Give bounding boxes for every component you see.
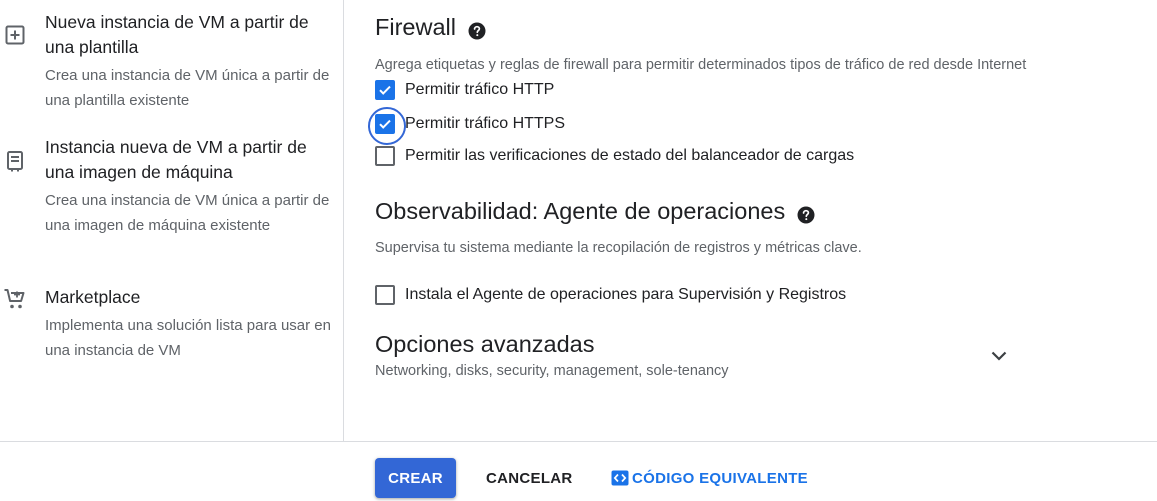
vm-config-form: Firewall Agrega etiquetas y reglas de fi… [345, 0, 1157, 441]
vm-option-from-template[interactable]: Nueva instancia de VM a partir de una pl… [0, 0, 340, 115]
observability-description: Supervisa tu sistema mediante la recopil… [375, 240, 862, 256]
allow-http-checkbox[interactable] [375, 80, 395, 100]
footer-divider [0, 441, 1157, 442]
vm-option-marketplace[interactable]: Marketplace Implementa una solución list… [0, 275, 340, 370]
help-icon[interactable] [468, 19, 486, 39]
help-icon[interactable] [797, 203, 815, 223]
observability-title-text: Observabilidad: Agente de operaciones [375, 198, 786, 224]
vm-option-title: Marketplace [45, 287, 141, 307]
allow-https-checkbox[interactable] [368, 107, 406, 145]
vm-option-title: Nueva instancia de VM a partir de una pl… [45, 12, 309, 57]
advanced-options-title-text: Opciones avanzadas [375, 331, 595, 357]
vm-option-description: Crea una instancia de VM única a partir … [45, 192, 330, 234]
advanced-options-subtitle: Networking, disks, security, management,… [375, 363, 729, 379]
observability-section-title: Observabilidad: Agente de operaciones [375, 198, 815, 225]
create-button[interactable]: CREAR [375, 458, 456, 498]
allow-lb-health-checks-checkbox-row[interactable]: Permitir las verificaciones de estado de… [375, 145, 854, 167]
allow-lb-health-checks-checkbox[interactable] [375, 146, 395, 166]
allow-http-label: Permitir tráfico HTTP [405, 81, 555, 98]
firewall-description: Agrega etiquetas y reglas de firewall pa… [375, 57, 1027, 73]
allow-https-label: Permitir tráfico HTTPS [405, 115, 566, 132]
firewall-section-title: Firewall [375, 14, 486, 41]
add-box-icon [3, 23, 27, 47]
install-ops-agent-checkbox-row[interactable]: Instala el Agente de operaciones para Su… [375, 284, 846, 306]
firewall-title-text: Firewall [375, 14, 456, 40]
allow-https-checkbox-row[interactable]: Permitir tráfico HTTPS [368, 107, 566, 145]
allow-http-checkbox-row[interactable]: Permitir tráfico HTTP [375, 79, 554, 101]
vm-option-description: Crea una instancia de VM única a partir … [45, 67, 330, 109]
equivalent-code-label: CÓDIGO EQUIVALENTE [632, 469, 808, 487]
cancel-button[interactable]: CANCELAR [474, 458, 585, 498]
advanced-options-title[interactable]: Opciones avanzadas [375, 331, 594, 358]
machine-image-icon [3, 149, 27, 173]
allow-lb-health-checks-label: Permitir las verificaciones de estado de… [405, 147, 855, 164]
vm-creation-options-panel: Nueva instancia de VM a partir de una pl… [0, 0, 344, 441]
vm-option-title: Instancia nueva de VM a partir de una im… [45, 137, 307, 182]
vm-option-from-machine-image[interactable]: Instancia nueva de VM a partir de una im… [0, 125, 340, 265]
vm-option-description: Implementa una solución lista para usar … [45, 317, 331, 359]
code-icon [611, 469, 629, 487]
chevron-down-icon[interactable] [987, 344, 1011, 368]
marketplace-cart-icon [3, 287, 27, 311]
equivalent-code-button[interactable]: CÓDIGO EQUIVALENTE [605, 458, 814, 498]
install-ops-agent-checkbox[interactable] [375, 285, 395, 305]
install-ops-agent-label: Instala el Agente de operaciones para Su… [405, 286, 847, 303]
